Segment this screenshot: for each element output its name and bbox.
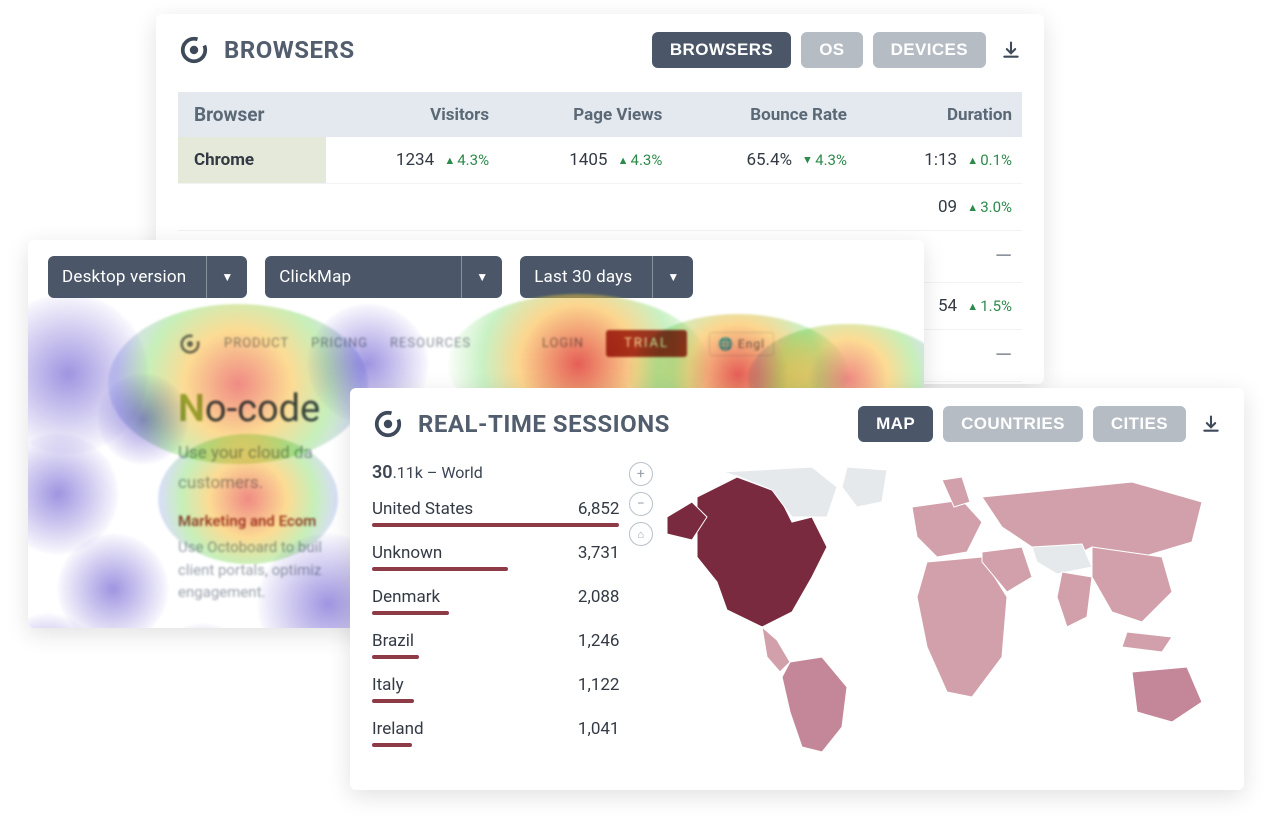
- list-item[interactable]: Denmark 2,088: [372, 579, 619, 611]
- tab-os[interactable]: OS: [801, 32, 862, 68]
- target-icon: [178, 332, 202, 356]
- country-value: 1,246: [578, 631, 620, 651]
- country-list: 30.11k – World United States 6,852 Unknown…: [372, 462, 619, 762]
- table-cell: 09 ▲3.0%: [857, 184, 1022, 231]
- nav-login: LOGIN: [542, 336, 584, 351]
- dropdown-daterange[interactable]: Last 30 days ▼: [520, 256, 693, 298]
- table-cell: 65.4% ▲4.3%: [672, 137, 857, 184]
- country-name: Denmark: [372, 587, 440, 607]
- zoom-in-button[interactable]: +: [629, 462, 653, 486]
- country-value: 1,122: [578, 675, 620, 695]
- sessions-title: REAL-TIME SESSIONS: [418, 410, 858, 438]
- table-row[interactable]: Chrome1234 ▲4.3%1405 ▲4.3%65.4% ▲4.3%1:1…: [178, 137, 1022, 184]
- tab-map[interactable]: MAP: [858, 406, 933, 442]
- table-cell: [326, 184, 499, 231]
- map-home-button[interactable]: ⌂: [629, 522, 653, 546]
- list-item[interactable]: United States 6,852: [372, 491, 619, 523]
- sessions-panel: REAL-TIME SESSIONS MAP COUNTRIES CITIES …: [350, 388, 1244, 790]
- nav-trial: TRIAL: [606, 330, 687, 357]
- zoom-out-button[interactable]: −: [629, 492, 653, 516]
- country-bar: [372, 523, 619, 527]
- country-bar: [372, 655, 619, 659]
- heatmap-toolbar: Desktop version ▼ ClickMap ▼ Last 30 day…: [28, 240, 924, 314]
- chevron-down-icon: ▼: [462, 270, 502, 284]
- list-item[interactable]: Brazil 1,246: [372, 623, 619, 655]
- col-duration: Duration: [857, 92, 1022, 137]
- browsers-tabs: BROWSERS OS DEVICES: [652, 32, 986, 68]
- country-name: Unknown: [372, 543, 442, 563]
- table-cell: 1:13 ▲0.1%: [857, 137, 1022, 184]
- list-item[interactable]: Unknown 3,731: [372, 535, 619, 567]
- country-name: Italy: [372, 675, 404, 695]
- col-browser: Browser: [178, 92, 326, 137]
- country-bar: [372, 699, 619, 703]
- sessions-tabs: MAP COUNTRIES CITIES: [858, 406, 1186, 442]
- dropdown-maptype-label: ClickMap: [265, 256, 462, 298]
- dropdown-maptype[interactable]: ClickMap ▼: [265, 256, 502, 298]
- nav-lang: 🌐 Engl: [709, 332, 774, 356]
- table-cell: Chrome: [178, 137, 326, 184]
- country-name: United States: [372, 499, 473, 519]
- tab-cities[interactable]: CITIES: [1093, 406, 1186, 442]
- country-bar: [372, 611, 619, 615]
- download-icon[interactable]: [1000, 39, 1022, 61]
- map-controls: + − ⌂: [627, 462, 654, 762]
- sessions-header: REAL-TIME SESSIONS MAP COUNTRIES CITIES: [350, 388, 1244, 456]
- nav-product: PRODUCT: [224, 336, 289, 351]
- world-total: 30.11k – World: [372, 462, 619, 483]
- col-bounce: Bounce Rate: [672, 92, 857, 137]
- nav-resources: RESOURCES: [390, 336, 471, 351]
- table-cell: [178, 184, 326, 231]
- country-value: 3,731: [578, 543, 620, 563]
- country-bar: [372, 567, 619, 571]
- country-name: Ireland: [372, 719, 424, 739]
- list-item[interactable]: Italy 1,122: [372, 667, 619, 699]
- sessions-body: 30.11k – World United States 6,852 Unknown…: [350, 456, 1244, 780]
- country-value: 2,088: [578, 587, 620, 607]
- table-cell: 1405 ▲4.3%: [499, 137, 672, 184]
- chevron-down-icon: ▼: [207, 270, 247, 284]
- browsers-header: BROWSERS BROWSERS OS DEVICES: [156, 14, 1044, 82]
- col-pageviews: Page Views: [499, 92, 672, 137]
- table-row[interactable]: 09 ▲3.0%: [178, 184, 1022, 231]
- browsers-title: BROWSERS: [224, 36, 652, 64]
- table-cell: [672, 184, 857, 231]
- target-icon: [178, 34, 210, 66]
- table-cell: 1234 ▲4.3%: [326, 137, 499, 184]
- download-icon[interactable]: [1200, 413, 1222, 435]
- dropdown-daterange-label: Last 30 days: [520, 256, 653, 298]
- country-name: Brazil: [372, 631, 414, 651]
- table-cell: [499, 184, 672, 231]
- tab-browsers[interactable]: BROWSERS: [652, 32, 791, 68]
- tab-countries[interactable]: COUNTRIES: [943, 406, 1083, 442]
- tab-devices[interactable]: DEVICES: [873, 32, 986, 68]
- country-value: 6,852: [578, 499, 620, 519]
- country-bar: [372, 743, 619, 747]
- dropdown-version[interactable]: Desktop version ▼: [48, 256, 247, 298]
- country-value: 1,041: [578, 719, 620, 739]
- target-icon: [372, 408, 404, 440]
- dropdown-version-label: Desktop version: [48, 256, 207, 298]
- col-visitors: Visitors: [326, 92, 499, 137]
- world-map[interactable]: [662, 462, 1222, 762]
- nav-pricing: PRICING: [311, 336, 368, 351]
- chevron-down-icon: ▼: [653, 270, 693, 284]
- list-item[interactable]: Ireland 1,041: [372, 711, 619, 743]
